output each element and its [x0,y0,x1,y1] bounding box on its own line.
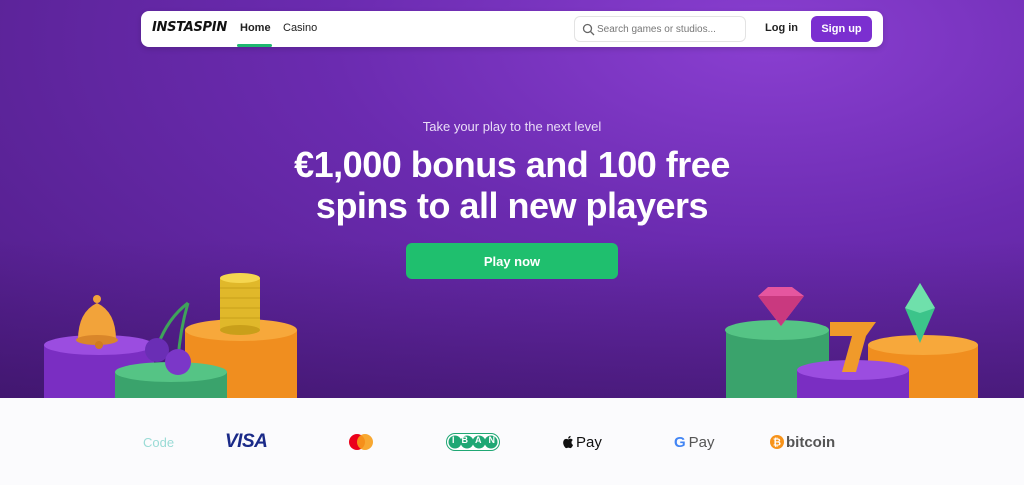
play-now-button[interactable]: Play now [406,243,618,279]
nav-casino-link[interactable]: Casino [283,22,317,34]
search-input[interactable] [597,21,742,38]
payment-visa-logo: VISA [225,431,268,452]
google-g-icon: G [674,433,686,451]
hero-headline: €1,000 bonus and 100 free spins to all n… [0,144,1024,226]
bitcoin-label: bitcoin [786,433,836,451]
payment-iban-logo: IBAN [446,431,500,453]
search-box[interactable] [574,16,746,42]
hero-headline-text: €1,000 bonus and 100 free spins to all n… [294,144,730,226]
bitcoin-icon: ₿ [770,435,784,449]
iban-label: IBAN [452,435,502,445]
bell-icon [76,295,118,349]
coin-stack-icon [220,273,260,335]
hero-subtitle: Take your play to the next level [422,119,602,134]
signup-button[interactable]: Sign up [811,16,872,42]
payment-applepay-logo: Pay [562,431,602,453]
nav-home-link[interactable]: Home [240,22,271,34]
mastercard-icon [347,431,375,453]
diamond-icon [758,287,804,326]
top-navbar: INSTASPIN Home Casino Log in Sign up [141,11,883,47]
applepay-label: Pay [576,433,602,451]
login-link[interactable]: Log in [765,22,798,34]
gem-icon [905,283,935,343]
apple-icon [563,435,573,449]
payment-googlepay-logo: G Pay [674,431,715,453]
active-nav-indicator [237,44,272,47]
svg-text:₿: ₿ [773,437,781,449]
payment-code-logo: Code [143,434,175,450]
search-icon [582,23,595,36]
payment-bitcoin-logo: ₿ bitcoin [770,431,835,453]
googlepay-label: Pay [688,433,715,451]
brand-logo[interactable]: INSTASPIN [152,20,227,38]
